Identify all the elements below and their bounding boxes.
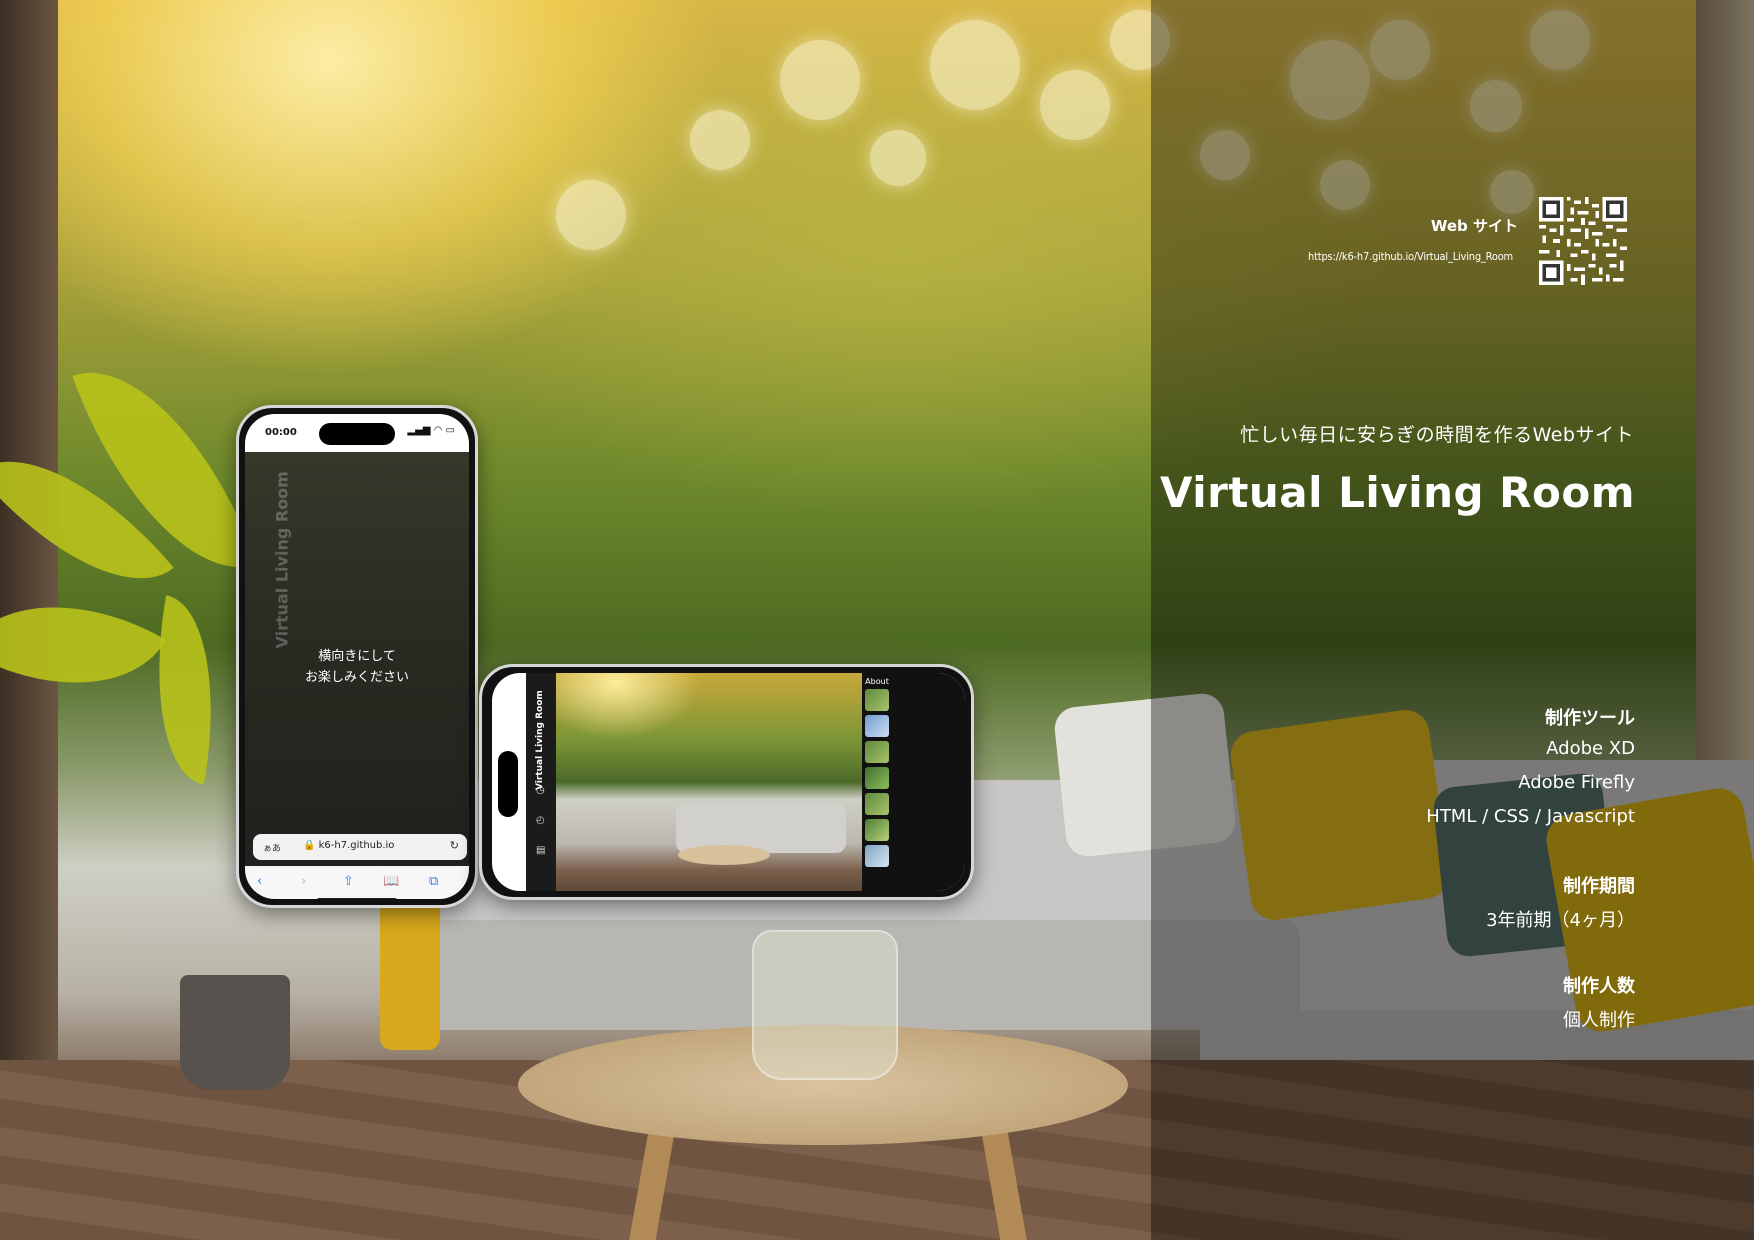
status-bar: 00:00 ▂▄▆ ◠ ▭	[245, 414, 469, 452]
home-indicator	[317, 898, 397, 899]
phone-screen: Virtual Living Room ◷ ◴ ▤ About	[492, 673, 965, 891]
timer-icon[interactable]: ◴	[536, 815, 545, 826]
phone-screen: 00:00 ▂▄▆ ◠ ▭ Virtual Living Room 横向きにして…	[245, 414, 469, 899]
phone-edge	[892, 673, 965, 891]
signal-wifi-battery-icon: ▂▄▆ ◠ ▭	[407, 425, 455, 436]
coffee-table	[678, 845, 770, 865]
team-value: 個人制作	[1563, 1010, 1635, 1031]
tool-item: Adobe Firefly	[1518, 772, 1635, 793]
portrait-phone-mockup: 00:00 ▂▄▆ ◠ ▭ Virtual Living Room 横向きにして…	[236, 405, 478, 908]
site-vertical-title: Virtual Living Room	[535, 690, 545, 790]
scene-thumbnail[interactable]	[865, 793, 889, 815]
living-room-view	[556, 673, 862, 891]
scene-thumbnail[interactable]	[865, 845, 889, 867]
about-link[interactable]: About	[862, 677, 892, 686]
landscape-phone-mockup: Virtual Living Room ◷ ◴ ▤ About	[479, 664, 974, 900]
scene-thumbnail[interactable]	[865, 767, 889, 789]
dynamic-island	[319, 423, 395, 445]
forward-icon[interactable]: ›	[301, 874, 306, 889]
share-icon[interactable]: ⇧	[343, 874, 354, 889]
period-heading: 制作期間	[1563, 876, 1635, 897]
tabs-icon[interactable]: ⧉	[429, 874, 438, 889]
info-panel	[1151, 0, 1754, 1240]
bokeh-light	[690, 110, 750, 170]
rotate-message-line: お楽しみください	[304, 670, 409, 685]
website-url[interactable]: https://k6-h7.github.io/Virtual_Living_R…	[1230, 250, 1513, 263]
url-domain[interactable]: 🔒 k6-h7.github.io	[303, 840, 394, 851]
scene-thumbnail[interactable]	[865, 689, 889, 711]
clock-icon[interactable]: ◷	[536, 785, 545, 796]
glass-vase	[752, 930, 898, 1080]
status-time: 00:00	[265, 427, 297, 438]
team-heading: 制作人数	[1563, 976, 1635, 997]
rotate-message-line: 横向きにして	[318, 649, 396, 664]
rotate-message: 横向きにして お楽しみください	[245, 646, 469, 688]
tools-heading: 制作ツール	[1545, 708, 1635, 729]
back-icon[interactable]: ‹	[257, 874, 262, 889]
website-label: Web サイト	[1430, 217, 1518, 235]
browser-url-bar[interactable]: ぁあ 🔒 k6-h7.github.io ↻	[253, 834, 467, 860]
bokeh-light	[1040, 70, 1110, 140]
bokeh-light	[930, 20, 1020, 110]
dynamic-island	[498, 751, 518, 817]
calendar-icon[interactable]: ▤	[536, 845, 545, 856]
scene-thumbnail[interactable]	[865, 715, 889, 737]
tool-item: Adobe XD	[1546, 738, 1635, 759]
site-sidebar: Virtual Living Room	[526, 673, 556, 891]
chair	[380, 900, 440, 1050]
text-size-button[interactable]: ぁあ	[263, 841, 281, 854]
project-title: Virtual Living Room	[1159, 468, 1635, 517]
browser-toolbar: ‹ › ⇧ 📖 ⧉	[245, 866, 469, 899]
reload-icon[interactable]: ↻	[450, 839, 459, 852]
tool-item: HTML / CSS / Javascript	[1426, 806, 1635, 827]
project-tagline: 忙しい毎日に安らぎの時間を作るWebサイト	[1240, 424, 1634, 446]
plant-leaf	[134, 595, 236, 785]
scene-thumbnail[interactable]	[865, 741, 889, 763]
bookmarks-icon[interactable]: 📖	[383, 874, 399, 889]
scene-thumbnail[interactable]	[865, 819, 889, 841]
bokeh-light	[780, 40, 860, 120]
bokeh-light	[556, 180, 626, 250]
site-vertical-title: Virtual Living Room	[272, 471, 292, 649]
qr-code-icon[interactable]	[1539, 197, 1627, 285]
plant-pot	[180, 975, 290, 1090]
bokeh-light	[870, 130, 926, 186]
period-value: 3年前期（4ヶ月）	[1486, 910, 1635, 931]
